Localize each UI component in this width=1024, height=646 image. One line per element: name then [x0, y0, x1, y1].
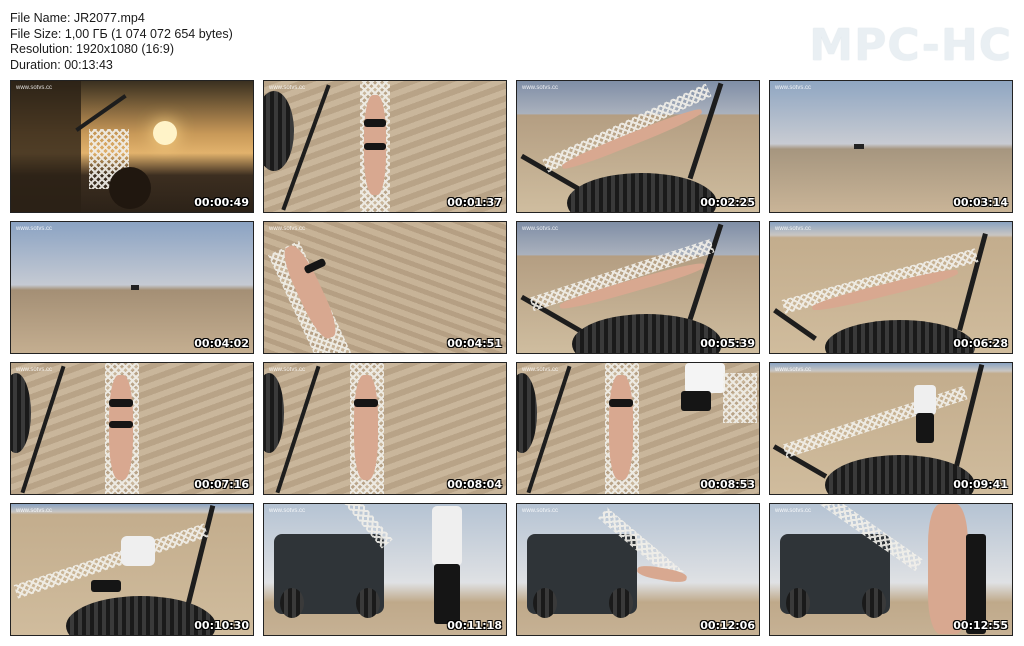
watermark: www.sotvs.cc — [269, 226, 306, 232]
thumbnail[interactable]: www.sotvs.cc 00:12:55 — [769, 503, 1013, 636]
watermark: www.sotvs.cc — [775, 85, 812, 91]
file-size-line: File Size: 1,00 ГБ (1 074 072 654 bytes) — [10, 26, 233, 41]
watermark: www.sotvs.cc — [522, 85, 559, 91]
thumbnail[interactable]: www.sotvs.cc 00:07:16 — [10, 362, 254, 495]
thumbnail[interactable]: www.sotvs.cc 00:02:25 — [516, 80, 760, 213]
watermark: www.sotvs.cc — [16, 226, 53, 232]
watermark: www.sotvs.cc — [269, 367, 306, 373]
timestamp: 00:09:41 — [953, 478, 1008, 491]
timestamp: 00:04:02 — [194, 337, 249, 350]
thumbnail[interactable]: www.sotvs.cc 00:08:53 — [516, 362, 760, 495]
timestamp: 00:04:51 — [447, 337, 502, 350]
mpc-hc-logo: MPC-HC — [809, 20, 1012, 71]
watermark: www.sotvs.cc — [522, 226, 559, 232]
thumbnail[interactable]: www.sotvs.cc 00:03:14 — [769, 80, 1013, 213]
watermark: www.sotvs.cc — [16, 367, 53, 373]
watermark: www.sotvs.cc — [269, 508, 306, 514]
thumbnail[interactable]: www.sotvs.cc 00:08:04 — [263, 362, 507, 495]
thumbnail[interactable]: www.sotvs.cc 00:06:28 — [769, 221, 1013, 354]
thumbnail[interactable]: www.sotvs.cc 00:10:30 — [10, 503, 254, 636]
thumbnail[interactable]: www.sotvs.cc 00:05:39 — [516, 221, 760, 354]
timestamp: 00:00:49 — [194, 196, 249, 209]
timestamp: 00:12:55 — [953, 619, 1008, 632]
watermark: www.sotvs.cc — [269, 85, 306, 91]
watermark: www.sotvs.cc — [522, 508, 559, 514]
watermark: www.sotvs.cc — [522, 367, 559, 373]
sun-shape — [153, 121, 177, 145]
timestamp: 00:12:06 — [700, 619, 755, 632]
file-info-panel: File Name: JR2077.mp4 File Size: 1,00 ГБ… — [10, 11, 233, 73]
watermark: www.sotvs.cc — [16, 85, 53, 91]
duration-line: Duration: 00:13:43 — [10, 57, 113, 72]
timestamp: 00:06:28 — [953, 337, 1008, 350]
timestamp: 00:08:53 — [700, 478, 755, 491]
resolution-line: Resolution: 1920x1080 (16:9) — [10, 42, 175, 56]
thumbnail[interactable]: www.sotvs.cc 00:12:06 — [516, 503, 760, 636]
timestamp: 00:01:37 — [447, 196, 502, 209]
watermark: www.sotvs.cc — [775, 508, 812, 514]
timestamp: 00:10:30 — [194, 619, 249, 632]
watermark: www.sotvs.cc — [775, 226, 812, 232]
thumbnail[interactable]: www.sotvs.cc 00:11:18 — [263, 503, 507, 636]
timestamp: 00:05:39 — [700, 337, 755, 350]
watermark: www.sotvs.cc — [16, 508, 53, 514]
watermark: www.sotvs.cc — [775, 367, 812, 373]
thumbnail[interactable]: www.sotvs.cc 00:09:41 — [769, 362, 1013, 495]
thumbnail[interactable]: www.sotvs.cc 00:04:02 — [10, 221, 254, 354]
file-name-line: File Name: JR2077.mp4 — [10, 11, 145, 25]
timestamp: 00:08:04 — [447, 478, 502, 491]
timestamp: 00:02:25 — [700, 196, 755, 209]
timestamp: 00:11:18 — [447, 619, 502, 632]
thumbnail-grid: www.sotvs.cc 00:00:49 www.sotvs.cc 00:01… — [10, 80, 1013, 636]
timestamp: 00:03:14 — [953, 196, 1008, 209]
thumbnail[interactable]: www.sotvs.cc 00:00:49 — [10, 80, 254, 213]
thumbnail[interactable]: www.sotvs.cc 00:04:51 — [263, 221, 507, 354]
thumbnail[interactable]: www.sotvs.cc 00:01:37 — [263, 80, 507, 213]
timestamp: 00:07:16 — [194, 478, 249, 491]
